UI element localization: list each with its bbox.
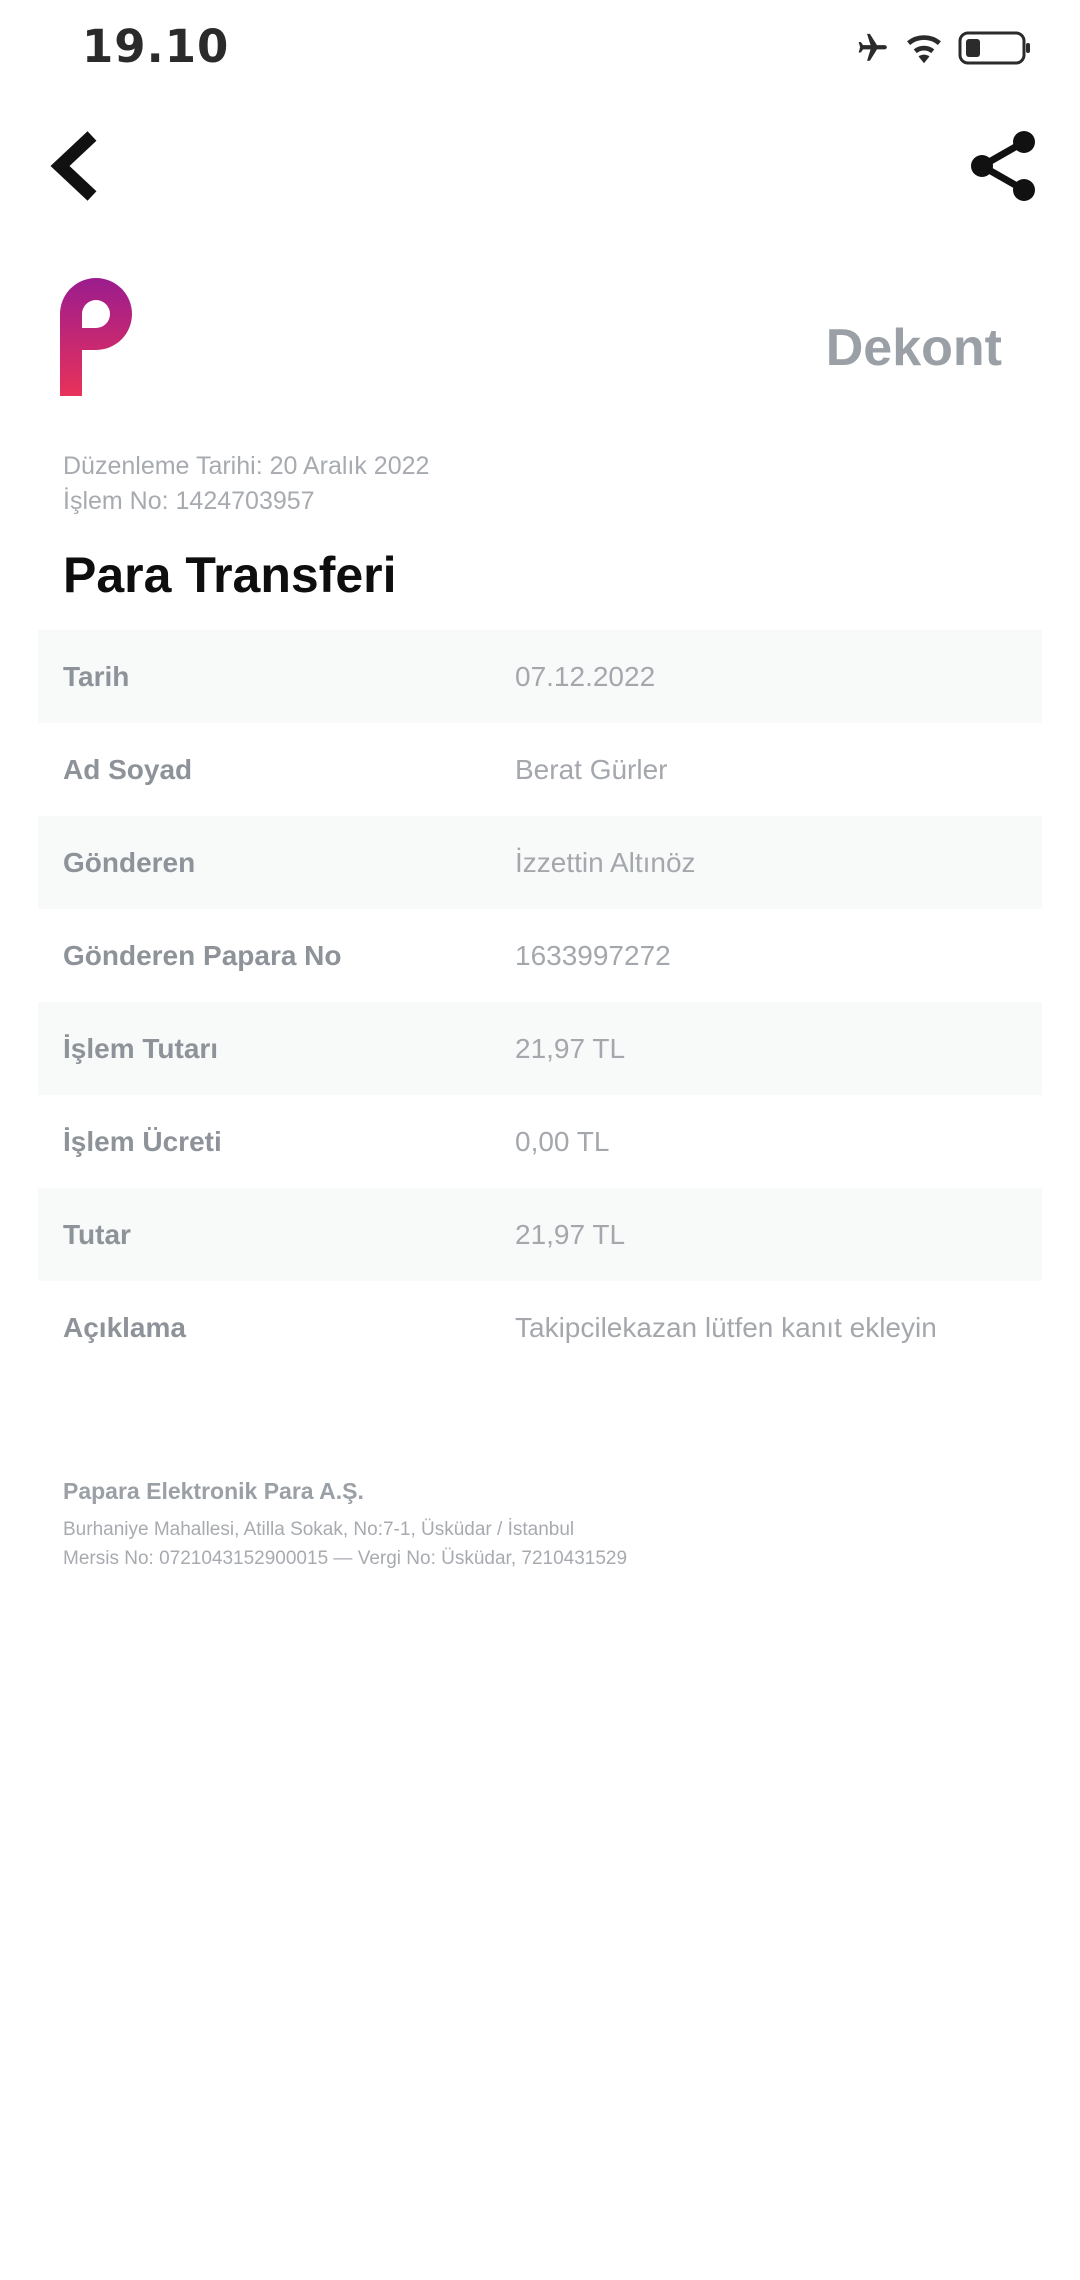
table-row: İşlem Tutarı 21,97 TL <box>38 1002 1042 1095</box>
details-table: Tarih 07.12.2022 Ad Soyad Berat Gürler G… <box>38 630 1042 1374</box>
share-button[interactable] <box>968 128 1040 204</box>
row-value: 0,00 TL <box>515 1125 610 1157</box>
footer-company-name: Papara Elektronik Para A.Ş. <box>63 1478 364 1504</box>
row-label: Gönderen Papara No <box>63 939 342 971</box>
chevron-left-icon <box>50 131 97 201</box>
footer-address: Burhaniye Mahallesi, Atilla Sokak, No:7-… <box>63 1519 575 1540</box>
row-value: İzzettin Altınöz <box>515 846 696 878</box>
row-value: 21,97 TL <box>515 1218 626 1250</box>
row-label: Tutar <box>63 1218 131 1250</box>
table-row: İşlem Ücreti 0,00 TL <box>38 1095 1042 1188</box>
row-value: 07.12.2022 <box>515 660 656 692</box>
table-row: Tutar 21,97 TL <box>38 1188 1042 1281</box>
issue-date: Düzenleme Tarihi: 20 Aralık 2022 <box>63 452 430 480</box>
row-label: Ad Soyad <box>63 753 193 785</box>
table-row: Ad Soyad Berat Gürler <box>38 723 1042 816</box>
page-title: Para Transferi <box>63 547 397 603</box>
row-value: Berat Gürler <box>515 753 668 785</box>
top-nav <box>0 110 1080 220</box>
row-value: Takipcilekazan lütfen kanıt ekleyin <box>515 1311 937 1343</box>
wifi-icon <box>904 32 944 64</box>
row-label: Gönderen <box>63 846 196 878</box>
transaction-number: İşlem No: 1424703957 <box>63 487 315 515</box>
table-row: Gönderen Papara No 1633997272 <box>38 909 1042 1002</box>
footer-registry: Mersis No: 0721043152900015 — Vergi No: … <box>63 1548 628 1569</box>
back-button[interactable] <box>46 128 106 204</box>
row-label: Açıklama <box>63 1311 186 1343</box>
table-row: Gönderen İzzettin Altınöz <box>38 816 1042 909</box>
row-label: Tarih <box>63 660 130 692</box>
row-value: 21,97 TL <box>515 1032 626 1064</box>
company-footer: Papara Elektronik Para A.Ş. Burhaniye Ma… <box>63 1478 627 1573</box>
battery-icon <box>958 30 1032 66</box>
status-time: 19.10 <box>82 20 230 73</box>
table-row: Tarih 07.12.2022 <box>38 630 1042 723</box>
table-row: Açıklama Takipcilekazan lütfen kanıt ekl… <box>38 1281 1042 1374</box>
status-icons <box>854 26 1032 70</box>
document-type: Dekont <box>825 319 1002 377</box>
row-label: İşlem Tutarı <box>63 1032 219 1064</box>
row-label: İşlem Ücreti <box>63 1125 222 1157</box>
status-bar: 19.10 <box>0 0 1080 96</box>
row-value: 1633997272 <box>515 939 671 971</box>
airplane-icon <box>854 31 890 65</box>
share-icon <box>971 131 1035 201</box>
papara-logo <box>60 278 140 396</box>
